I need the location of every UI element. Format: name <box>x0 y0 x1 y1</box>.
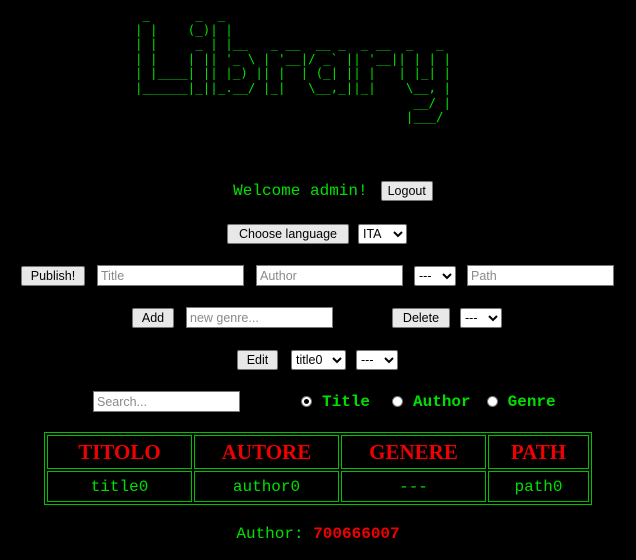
path-input[interactable] <box>467 265 614 286</box>
footer: Author: 700666007 <box>0 525 636 543</box>
header-genere: GENERE <box>341 435 486 469</box>
library-table: TITOLO AUTORE GENERE PATH title0 author0… <box>44 432 592 505</box>
delete-genre-select[interactable]: --- <box>460 307 502 328</box>
author-input[interactable] <box>256 265 403 286</box>
genre-bar: Add Delete --- <box>132 307 502 328</box>
delete-genre-button[interactable]: Delete <box>392 307 450 328</box>
library-ascii-banner: _ _ _ | | (_)| | | | _ | |__ _ __ __ _ _… <box>135 7 452 125</box>
language-select[interactable]: ITA <box>358 224 407 244</box>
radio-author-button[interactable] <box>392 396 404 407</box>
edit-bar: Edit title0 --- <box>237 350 398 370</box>
language-bar: Choose language ITA <box>227 224 407 244</box>
cell-genre: --- <box>341 471 486 502</box>
header-autore: AUTORE <box>194 435 339 469</box>
edit-field-select[interactable]: --- <box>356 350 398 370</box>
new-genre-input[interactable] <box>186 307 333 328</box>
radio-title[interactable]: Title <box>301 393 370 411</box>
choose-language-button[interactable]: Choose language <box>227 224 349 244</box>
radio-title-button[interactable] <box>301 396 312 407</box>
radio-title-label: Title <box>322 392 371 411</box>
edit-title-select[interactable]: title0 <box>291 350 346 370</box>
header-path: PATH <box>488 435 589 469</box>
radio-genre-button[interactable] <box>486 396 498 407</box>
genre-select[interactable]: --- <box>414 265 456 286</box>
publish-bar: Publish! --- <box>21 265 614 286</box>
radio-genre[interactable]: Genre <box>486 392 556 411</box>
cell-path: path0 <box>488 471 589 502</box>
footer-label: Author: <box>236 525 304 543</box>
welcome-bar: Welcome admin! Logout <box>0 181 636 201</box>
add-genre-button[interactable]: Add <box>132 307 174 328</box>
table-row: title0 author0 --- path0 <box>47 471 589 502</box>
search-bar: Title Author Genre <box>93 391 556 412</box>
logout-button[interactable]: Logout <box>380 181 433 201</box>
cell-title: title0 <box>47 471 192 502</box>
edit-button[interactable]: Edit <box>237 350 278 370</box>
radio-author[interactable]: Author <box>392 393 471 411</box>
search-input[interactable] <box>93 391 240 412</box>
title-input[interactable] <box>97 265 244 286</box>
publish-button[interactable]: Publish! <box>21 265 85 286</box>
radio-author-label: Author <box>413 392 471 411</box>
cell-author: author0 <box>194 471 339 502</box>
welcome-text: Welcome admin! <box>233 182 368 200</box>
radio-genre-label: Genre <box>507 392 556 411</box>
table-header-row: TITOLO AUTORE GENERE PATH <box>47 435 589 469</box>
footer-author-id: 700666007 <box>313 525 400 543</box>
header-titolo: TITOLO <box>47 435 192 469</box>
